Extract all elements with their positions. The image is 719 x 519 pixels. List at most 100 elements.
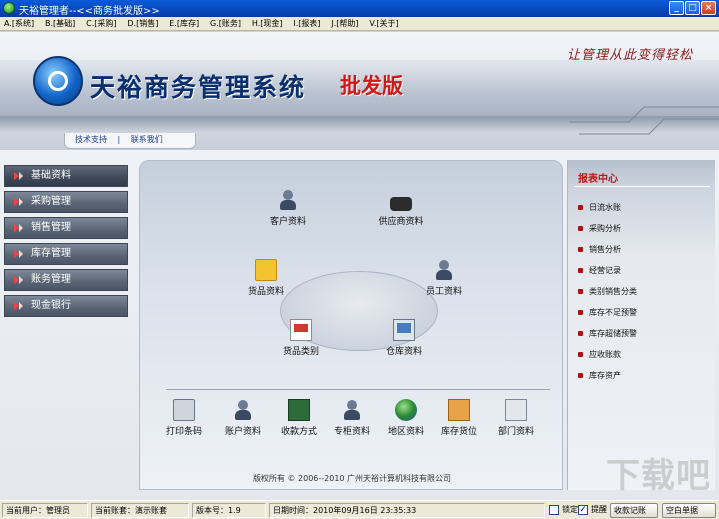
- nav-sales[interactable]: 销售管理: [4, 217, 128, 239]
- separator: [166, 389, 550, 390]
- report-item[interactable]: 采购分析: [578, 223, 637, 244]
- report-label: 销售分析: [589, 245, 621, 254]
- left-nav: 基础资料 采购管理 销售管理 库存管理 账务管理 现金银行: [4, 165, 128, 321]
- customer-data-tile[interactable]: 客户资料: [248, 189, 328, 227]
- tile-label: 打印条码: [165, 427, 202, 437]
- contact-us-link[interactable]: 联系我们: [131, 135, 163, 144]
- tile-label: 员工资料: [425, 287, 462, 297]
- status-version: 版本号：1.9: [192, 503, 266, 518]
- bullet-icon: [578, 373, 583, 378]
- reminder-checkbox[interactable]: ✓: [578, 505, 588, 515]
- region-icon: [395, 399, 417, 421]
- nav-basic-data[interactable]: 基础资料: [4, 165, 128, 187]
- reminder-label: 提醒: [591, 505, 607, 514]
- bullet-icon: [578, 226, 583, 231]
- tile-label: 专柜资料: [333, 427, 370, 437]
- lock-label: 锁定: [562, 505, 578, 514]
- nav-label: 现金银行: [31, 300, 71, 311]
- tile-label: 仓库资料: [385, 347, 422, 357]
- customer-icon: [277, 189, 299, 211]
- receipt-button[interactable]: 收款记账: [610, 503, 658, 518]
- nav-label: 销售管理: [31, 222, 71, 233]
- menu-system[interactable]: A.[系统]: [0, 17, 38, 31]
- warehouse-icon: [393, 319, 415, 341]
- close-button[interactable]: ×: [701, 1, 716, 15]
- bullet-icon: [578, 331, 583, 336]
- report-label: 应收账款: [589, 350, 621, 359]
- tech-support-link[interactable]: 技术支持: [75, 135, 107, 144]
- tile-label: 货品资料: [247, 287, 284, 297]
- nav-cash-bank[interactable]: 现金银行: [4, 295, 128, 317]
- nav-label: 账务管理: [31, 274, 71, 285]
- menu-purchase[interactable]: C.[采购]: [82, 17, 120, 31]
- menu-basic[interactable]: B.[基础]: [41, 17, 79, 31]
- menu-inventory[interactable]: E.[库存]: [165, 17, 203, 31]
- nav-label: 库存管理: [31, 248, 71, 259]
- report-label: 日流水账: [589, 203, 621, 212]
- tile-label: 账户资料: [224, 427, 261, 437]
- counter-icon: [341, 399, 363, 421]
- report-item[interactable]: 经营记录: [578, 265, 637, 286]
- bullet-icon: [578, 310, 583, 315]
- supplier-data-tile[interactable]: 供应商资料: [361, 189, 441, 227]
- status-bar: 当前用户：管理员 当前账套：演示账套 版本号：1.9 日期时间：2010年09月…: [0, 500, 719, 519]
- menu-about[interactable]: V.[关于]: [365, 17, 402, 31]
- brand-name: 天裕商务管理系统: [90, 73, 307, 102]
- menu-bar: A.[系统] B.[基础] C.[采购] D.[销售] E.[库存] G.[账务…: [0, 17, 719, 31]
- tile-label: 货品类别: [282, 347, 319, 357]
- report-item[interactable]: 日流水账: [578, 202, 637, 223]
- nav-inventory[interactable]: 库存管理: [4, 243, 128, 265]
- printer-icon: [173, 399, 195, 421]
- menu-help[interactable]: J.[帮助]: [327, 17, 362, 31]
- copyright-text: 版权所有 © 2006--2010 广州天裕计算机科技有限公司: [252, 474, 452, 483]
- bullet-icon: [578, 289, 583, 294]
- report-label: 库存不足预警: [589, 308, 637, 317]
- supplier-icon: [390, 197, 412, 211]
- tile-label: 部门资料: [497, 427, 534, 437]
- logo-icon: [33, 56, 83, 106]
- bullet-icon: [578, 352, 583, 357]
- warehouse-data-tile[interactable]: 仓库资料: [364, 319, 444, 357]
- report-item[interactable]: 库存超储预警: [578, 328, 637, 349]
- nav-purchase[interactable]: 采购管理: [4, 191, 128, 213]
- edition-label: 批发版: [340, 73, 403, 98]
- report-label: 库存资产: [589, 371, 621, 380]
- menu-cash[interactable]: H.[现金]: [248, 17, 287, 31]
- status-datetime: 日期时间：2010年09月16日 23:35:33: [269, 503, 545, 518]
- report-item[interactable]: 库存不足预警: [578, 307, 637, 328]
- employee-icon: [433, 259, 455, 281]
- report-label: 类别销售分类: [589, 287, 637, 296]
- slogan: 让管理从此变得轻松: [566, 48, 693, 63]
- lock-checkbox[interactable]: [549, 505, 559, 515]
- menu-reports[interactable]: I.[报表]: [289, 17, 324, 31]
- goods-icon: [255, 259, 277, 281]
- banner-links: 技术支持 | 联系我们: [64, 133, 196, 149]
- report-label: 采购分析: [589, 224, 621, 233]
- goods-category-tile[interactable]: 货品类别: [261, 319, 341, 357]
- link-separator: |: [117, 135, 121, 144]
- report-center-panel: 报表中心 日流水账 采购分析 销售分析 经营记录 类别销售分类 库存不足预警 库…: [567, 160, 715, 490]
- location-icon: [448, 399, 470, 421]
- payment-icon: [288, 399, 310, 421]
- nav-accounts[interactable]: 账务管理: [4, 269, 128, 291]
- title-bar: 天裕管理者--<<商务批发版>> _ □ ×: [0, 0, 719, 17]
- report-item[interactable]: 类别销售分类: [578, 286, 637, 307]
- minimize-button[interactable]: _: [669, 1, 684, 15]
- report-item[interactable]: 库存资产: [578, 370, 637, 391]
- report-item[interactable]: 应收账款: [578, 349, 637, 370]
- department-data-tile[interactable]: 部门资料: [476, 399, 556, 437]
- employee-data-tile[interactable]: 员工资料: [404, 259, 484, 297]
- app-icon: [3, 2, 15, 14]
- goods-data-tile[interactable]: 货品资料: [226, 259, 306, 297]
- menu-accounts[interactable]: G.[账务]: [206, 17, 245, 31]
- window-title: 天裕管理者--<<商务批发版>>: [19, 6, 160, 17]
- nav-label: 采购管理: [31, 196, 71, 207]
- maximize-button[interactable]: □: [685, 1, 700, 15]
- status-current-user: 当前用户：管理员: [2, 503, 88, 518]
- report-list: 日流水账 采购分析 销售分析 经营记录 类别销售分类 库存不足预警 库存超储预警…: [578, 202, 637, 391]
- department-icon: [505, 399, 527, 421]
- menu-sales[interactable]: D.[销售]: [123, 17, 162, 31]
- report-item[interactable]: 销售分析: [578, 244, 637, 265]
- decorative-lines: [569, 106, 719, 135]
- blank-document-button[interactable]: 空白单据: [662, 503, 716, 518]
